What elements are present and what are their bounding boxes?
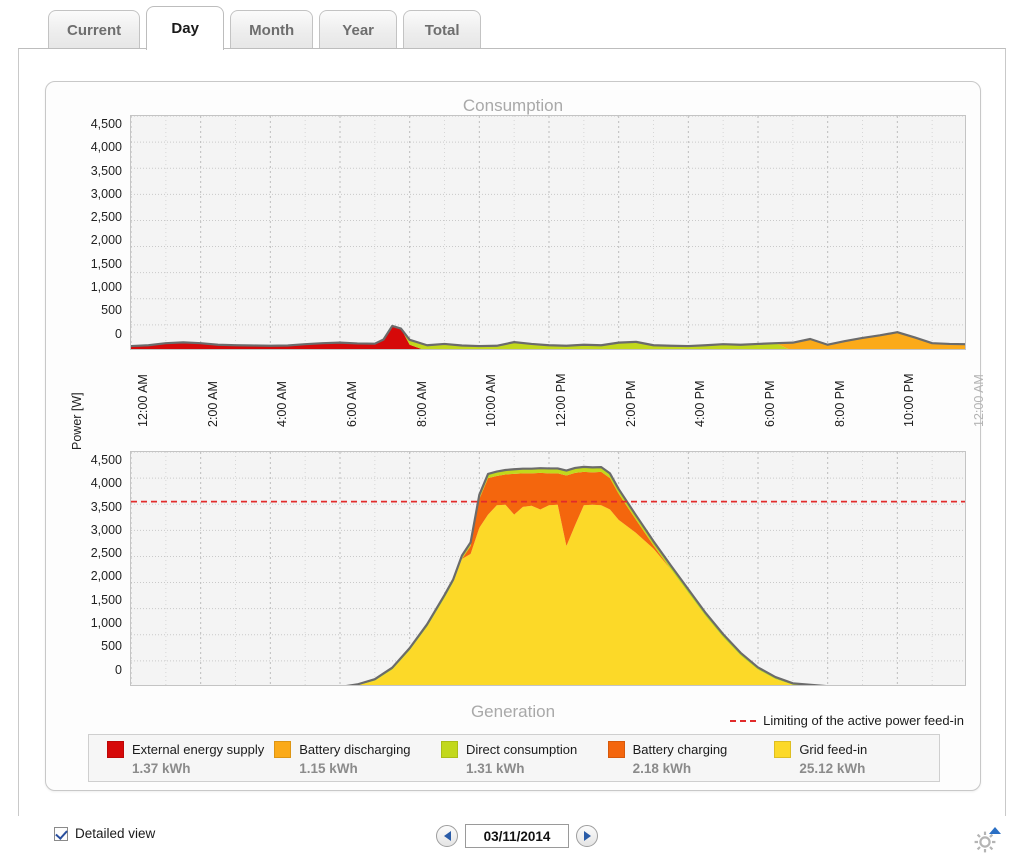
legend-label: Battery charging	[632, 741, 728, 757]
content-panel: Consumption 4,500 4,000 3,500 3,000 2,50…	[18, 48, 1006, 840]
legend-item-grid-feed-in: Grid feed-in 25.12 kWh	[764, 740, 931, 776]
y-tick: 4,000	[90, 140, 122, 155]
x-tick-label: 10:00 AM	[484, 374, 499, 427]
power-limit-label: Limiting of the active power feed-in	[763, 713, 964, 728]
tab-bar: Current Day Month Year Total	[0, 0, 1024, 50]
x-tick-label: 6:00 AM	[345, 381, 359, 427]
legend-label: Grid feed-in	[799, 741, 868, 757]
legend-value: 2.18 kWh	[632, 760, 692, 776]
y-tick: 2,500	[90, 546, 122, 561]
color-swatch-icon	[107, 740, 124, 758]
legend-item-external-energy-supply: External energy supply 1.37 kWh	[97, 740, 265, 776]
y-tick: 3,000	[90, 186, 122, 201]
checkbox-icon[interactable]	[54, 826, 68, 841]
right-arrow-icon	[583, 831, 591, 841]
color-swatch-icon	[607, 740, 625, 758]
detailed-view-checkbox[interactable]: Detailed view	[54, 826, 155, 841]
next-day-button[interactable]	[576, 825, 598, 847]
legend-value: 1.31 kWh	[465, 760, 525, 776]
y-tick: 1,500	[90, 592, 122, 607]
x-tick-label: 6:00 PM	[763, 380, 777, 427]
legend-item-battery-discharging: Battery discharging 1.15 kWh	[264, 740, 431, 776]
chart-card: Consumption 4,500 4,000 3,500 3,000 2,50…	[45, 81, 986, 791]
y-tick: 4,500	[90, 453, 122, 467]
y-tick: 3,000	[90, 522, 122, 537]
detailed-view-label: Detailed view	[75, 826, 156, 841]
dashed-line-icon	[730, 719, 757, 722]
y-tick: 1,500	[90, 256, 122, 271]
legend-value: 1.37 kWh	[132, 760, 191, 776]
consumption-y-axis-labels: 4,500 4,000 3,500 3,000 2,500 2,000 1,50…	[58, 117, 122, 352]
date-navigator: 03/11/2014	[436, 824, 598, 848]
y-tick: 1,000	[90, 616, 122, 631]
x-tick-label: 10:00 PM	[902, 373, 917, 427]
x-tick-label: 2:00 PM	[623, 380, 638, 427]
x-tick-label: 2:00 AM	[205, 381, 220, 427]
tab-label: Current	[67, 22, 122, 39]
consumption-chart-title: Consumption	[462, 96, 564, 115]
x-tick-label: 8:00 PM	[832, 380, 847, 427]
legend-label: Battery discharging	[299, 741, 411, 757]
color-swatch-icon	[774, 740, 792, 758]
legend: External energy supply 1.37 kWh Battery …	[88, 734, 940, 782]
legend-value: 25.12 kWh	[799, 760, 866, 776]
legend-value: 1.15 kWh	[299, 760, 358, 776]
legend-item-direct-consumption: Direct consumption 1.31 kWh	[431, 740, 598, 776]
tab-year[interactable]: Year	[319, 10, 398, 50]
tab-day[interactable]: Day	[146, 6, 225, 50]
consumption-plot-area[interactable]	[130, 115, 966, 350]
y-tick: 500	[101, 303, 122, 318]
previous-day-button[interactable]	[436, 825, 458, 847]
tab-label: Total	[424, 22, 460, 39]
left-arrow-icon	[443, 831, 451, 841]
legend-label: External energy supply	[132, 741, 265, 757]
settings-button[interactable]	[964, 820, 1010, 858]
y-tick: 4,000	[90, 476, 122, 491]
y-axis-title: Power [W]	[70, 392, 84, 450]
y-tick: 0	[115, 326, 122, 341]
x-tick-label: 12:00 PM	[554, 373, 568, 427]
y-tick: 3,500	[90, 499, 122, 514]
tab-label: Month	[249, 22, 295, 39]
legend-item-battery-charging: Battery charging 2.18 kWh	[598, 740, 765, 776]
x-tick-label: 8:00 AM	[414, 381, 429, 427]
y-tick: 3,500	[90, 163, 122, 178]
x-tick-label: 12:00 AM	[136, 374, 150, 427]
tab-current[interactable]: Current	[48, 10, 141, 50]
y-tick: 500	[101, 639, 122, 654]
date-input[interactable]: 03/11/2014	[465, 824, 569, 848]
generation-y-axis-labels: 4,500 4,000 3,500 3,000 2,500 2,000 1,50…	[58, 453, 122, 688]
x-tick-label: 4:00 AM	[275, 381, 290, 427]
y-tick: 4,500	[90, 117, 122, 131]
legend-label: Direct consumption	[465, 741, 578, 757]
color-swatch-icon	[440, 740, 458, 758]
y-tick: 2,000	[90, 569, 122, 584]
generation-plot-area[interactable]	[130, 451, 966, 686]
tab-total[interactable]: Total	[403, 10, 482, 50]
y-tick: 2,500	[90, 210, 122, 225]
power-limit-legend: Limiting of the active power feed-in	[730, 713, 964, 728]
bottom-bar: Detailed view 03/11/2014	[0, 816, 1024, 858]
color-swatch-icon	[274, 740, 292, 758]
y-tick: 2,000	[90, 233, 122, 248]
x-tick-label: 12:00 AM	[972, 374, 986, 427]
y-tick: 0	[115, 662, 122, 677]
x-tick-label: 4:00 PM	[693, 380, 708, 427]
tab-month[interactable]: Month	[230, 10, 314, 50]
tab-label: Year	[342, 22, 374, 39]
tab-label: Day	[171, 20, 199, 37]
y-tick: 1,000	[90, 280, 122, 295]
